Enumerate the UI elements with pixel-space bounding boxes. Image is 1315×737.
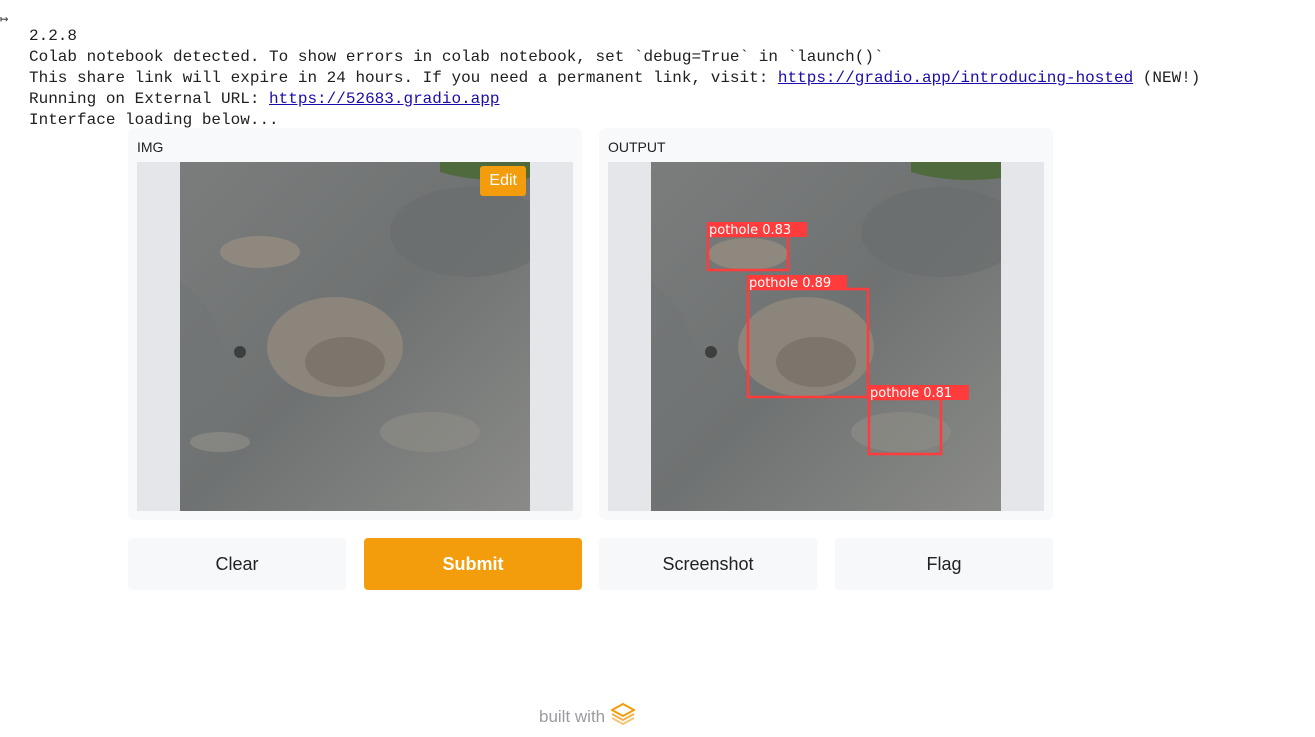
hosted-link[interactable]: https://gradio.app/introducing-hosted xyxy=(778,69,1133,87)
input-label: IMG xyxy=(137,139,164,155)
screenshot-button[interactable]: Screenshot xyxy=(599,538,817,590)
output-label: OUTPUT xyxy=(608,139,666,155)
loading-line: Interface loading below... xyxy=(29,111,279,129)
output-road-image: pothole 0.83 pothole 0.89 pothole 0.81 xyxy=(651,162,1001,511)
gradio-logo-icon[interactable] xyxy=(610,702,637,730)
flag-button[interactable]: Flag xyxy=(835,538,1053,590)
external-url-link[interactable]: https://52683.gradio.app xyxy=(269,90,499,108)
output-arrow-icon: ↦ xyxy=(0,12,9,28)
edit-button[interactable]: Edit xyxy=(480,166,526,196)
external-url-line: Running on External URL: https://52683.g… xyxy=(29,90,500,108)
clear-button[interactable]: Clear xyxy=(128,538,346,590)
footer: built with xyxy=(539,702,637,730)
colab-notice-line: Colab notebook detected. To show errors … xyxy=(29,48,884,66)
input-panel: IMG Edit xyxy=(128,128,582,520)
input-image-frame[interactable]: Edit xyxy=(137,162,573,511)
version-line: 2.2.8 xyxy=(29,27,78,45)
detection-label: pothole 0.83 xyxy=(709,223,791,238)
output-panel: OUTPUT pothole 0.83 pothole 0.89 pothole… xyxy=(599,128,1053,520)
submit-button[interactable]: Submit xyxy=(364,538,582,590)
share-link-line: This share link will expire in 24 hours.… xyxy=(29,69,1201,87)
footer-text: built with xyxy=(539,706,606,726)
input-road-image: Edit xyxy=(180,162,530,511)
detection-label: pothole 0.89 xyxy=(749,276,831,291)
detection-label: pothole 0.81 xyxy=(870,386,952,401)
output-image-frame: pothole 0.83 pothole 0.89 pothole 0.81 xyxy=(608,162,1044,511)
